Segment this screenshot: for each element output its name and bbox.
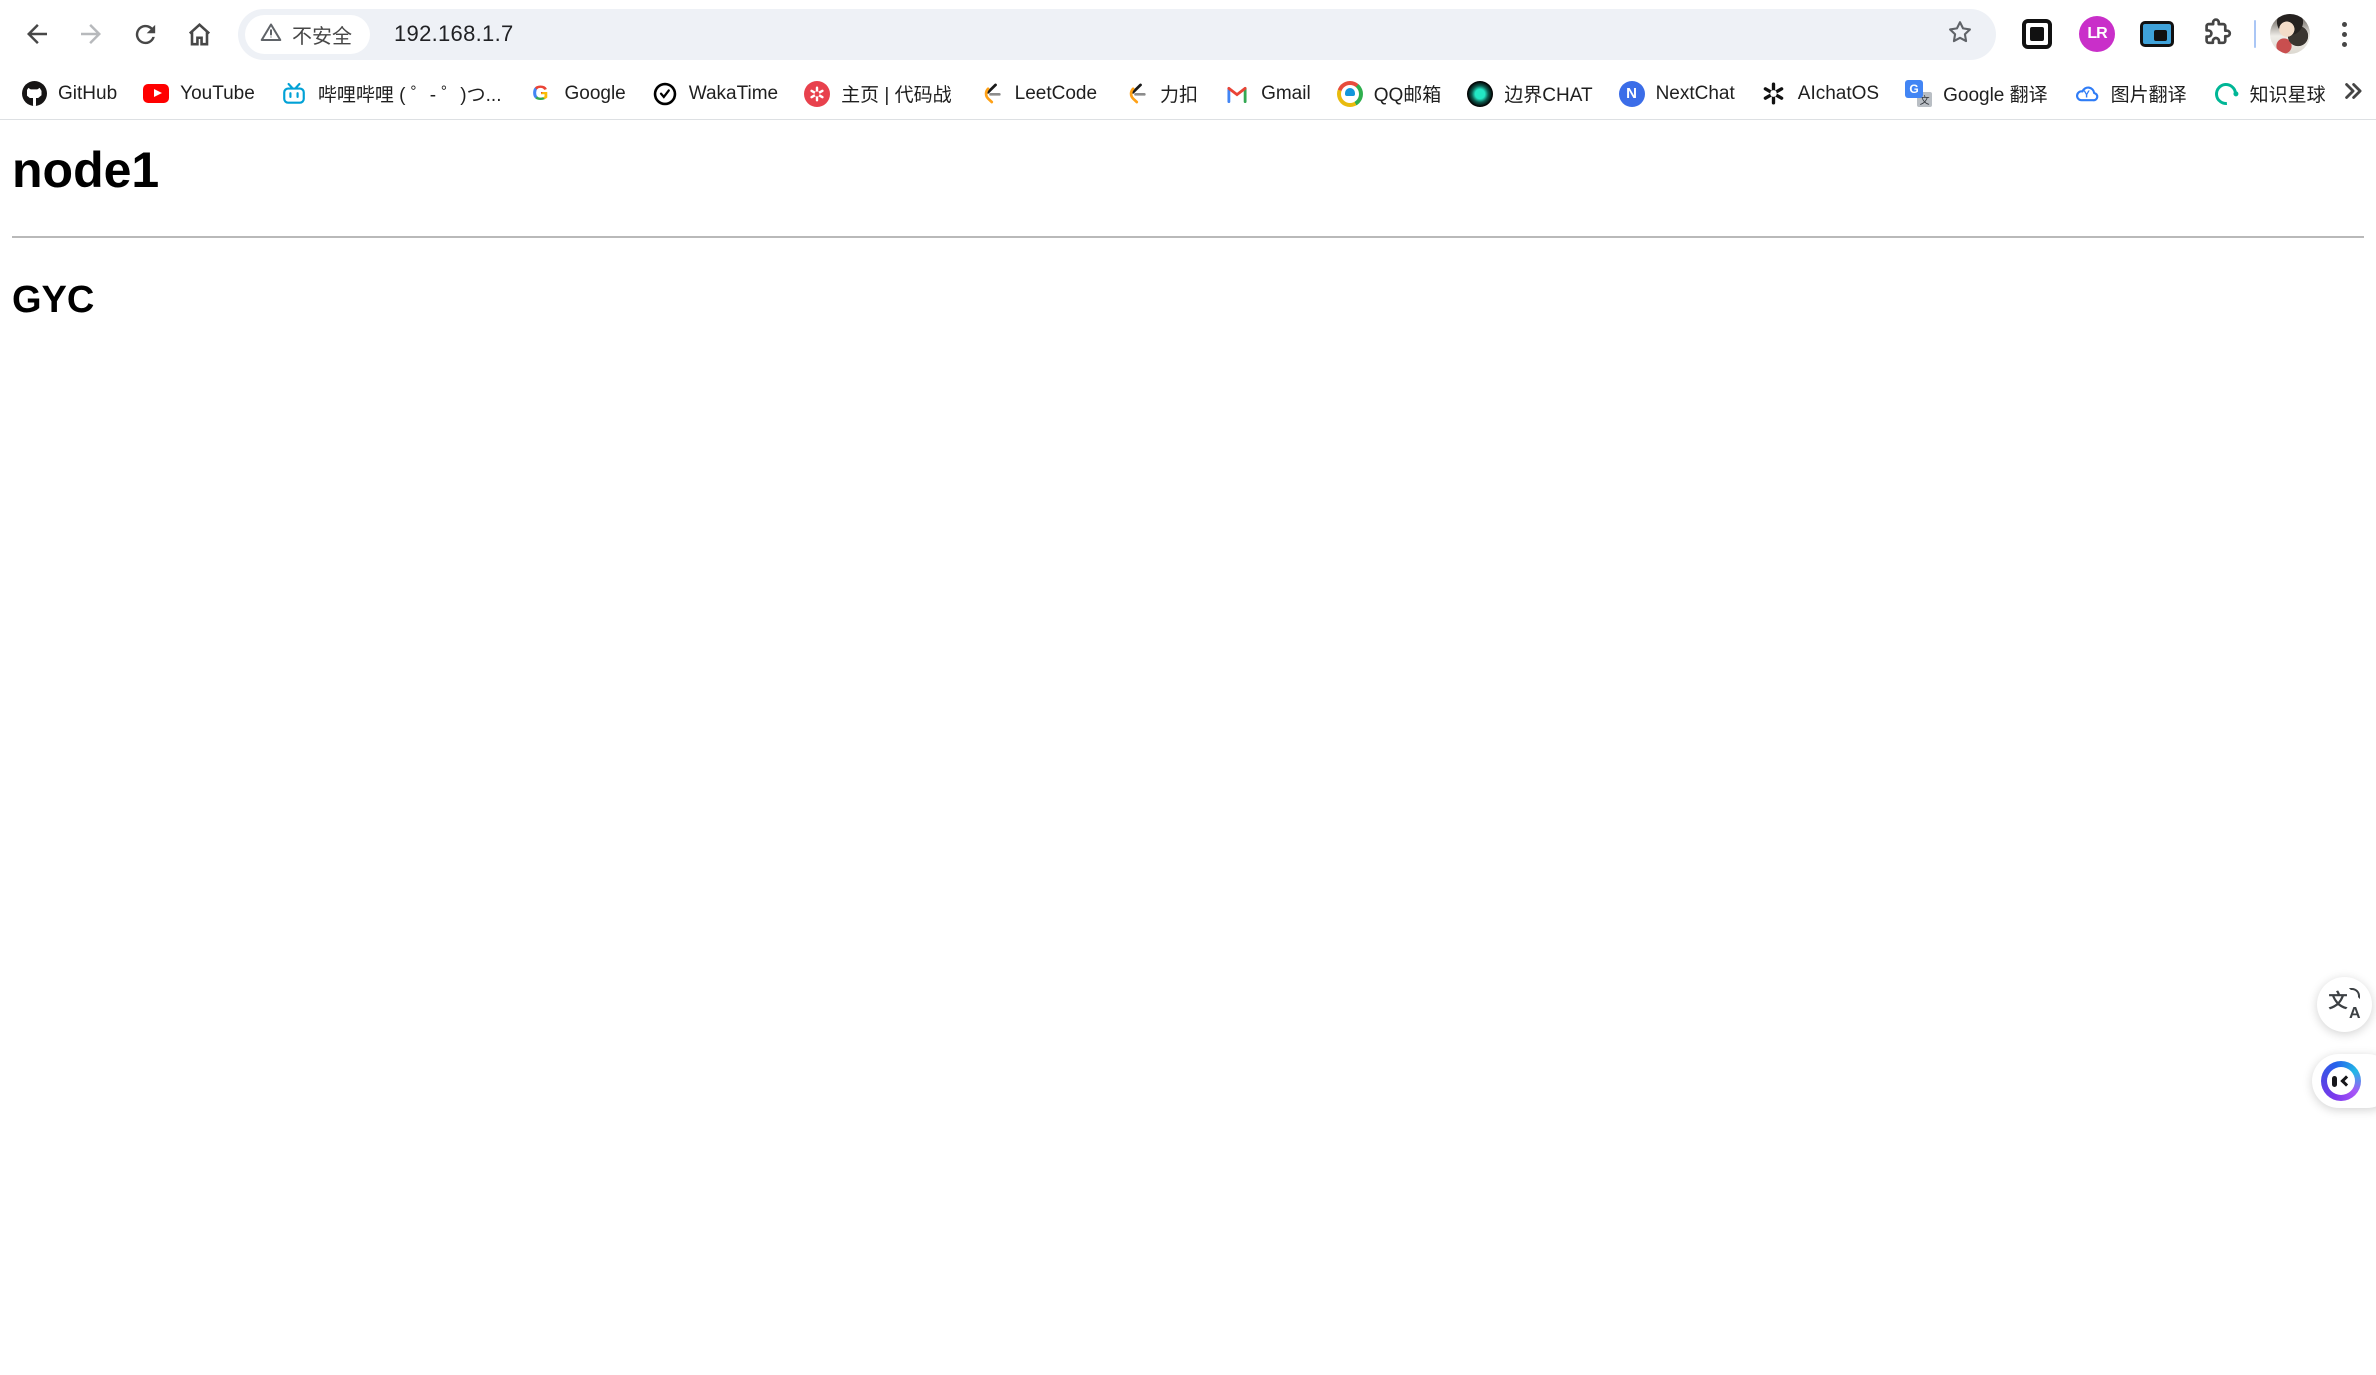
extensions-button[interactable] bbox=[2194, 11, 2240, 57]
wakatime-icon bbox=[652, 81, 678, 107]
pip-extension-button[interactable] bbox=[2134, 11, 2180, 57]
bookmarks-bar: GitHub YouTube 哔哩哔哩 ( ゜- ゜)つ... G Google… bbox=[0, 68, 2376, 120]
translate-float-button[interactable]: 文 A bbox=[2317, 977, 2372, 1032]
red-knot-icon bbox=[804, 80, 831, 107]
url-text[interactable]: 192.168.1.7 bbox=[394, 21, 1940, 47]
leetcode-icon bbox=[978, 81, 1004, 107]
forward-icon bbox=[76, 19, 106, 49]
leetcode-icon bbox=[1123, 81, 1149, 107]
reload-icon bbox=[131, 20, 160, 49]
page-title: node1 bbox=[12, 142, 160, 198]
github-icon bbox=[21, 81, 47, 107]
lr-extension-button[interactable]: LR bbox=[2074, 11, 2120, 57]
bookmark-youtube[interactable]: YouTube bbox=[130, 74, 268, 114]
puzzle-piece-icon bbox=[2201, 16, 2233, 53]
black-knot-icon bbox=[1761, 81, 1787, 107]
browser-menu-button[interactable] bbox=[2324, 21, 2364, 47]
google-translate-icon: G 文 bbox=[1905, 80, 1933, 107]
star-icon bbox=[1946, 18, 1974, 51]
side-panel-extension-button[interactable] bbox=[2014, 11, 2060, 57]
bookmark-github[interactable]: GitHub bbox=[8, 74, 130, 114]
horizontal-rule bbox=[12, 236, 2364, 238]
bookmark-bilibili[interactable]: 哔哩哔哩 ( ゜- ゜)つ... bbox=[268, 74, 515, 114]
bilibili-icon bbox=[281, 81, 307, 107]
picture-in-picture-icon bbox=[2140, 21, 2174, 47]
monica-robot-icon bbox=[2321, 1061, 2361, 1101]
bookmark-aichatos[interactable]: AIchatOS bbox=[1748, 74, 1892, 114]
google-g-icon: G bbox=[532, 81, 549, 105]
youtube-icon bbox=[143, 81, 170, 107]
home-icon bbox=[184, 19, 215, 50]
bookmark-wakatime[interactable]: WakaTime bbox=[639, 74, 791, 114]
address-bar[interactable]: 不安全 192.168.1.7 bbox=[238, 8, 1996, 60]
reload-button[interactable] bbox=[118, 7, 172, 61]
kebab-menu-icon bbox=[2341, 21, 2347, 47]
security-chip[interactable]: 不安全 bbox=[245, 14, 370, 54]
profile-avatar[interactable] bbox=[2270, 14, 2310, 54]
translate-icon: 文 A bbox=[2329, 987, 2361, 1022]
square-in-square-icon bbox=[2022, 19, 2052, 49]
bookmark-leetcode[interactable]: LeetCode bbox=[965, 74, 1110, 114]
bookmarks-overflow-button[interactable] bbox=[2339, 78, 2365, 109]
bookmark-nextchat[interactable]: N NextChat bbox=[1606, 74, 1748, 114]
toolbar-divider bbox=[2254, 20, 2256, 48]
bookmark-image-translate[interactable]: Y 图片翻译 bbox=[2061, 74, 2200, 114]
bookmark-zhishixingqiu[interactable]: 知识星球 bbox=[2200, 74, 2339, 114]
page-subheading: GYC bbox=[12, 279, 95, 321]
bookmark-likou[interactable]: 力扣 bbox=[1110, 74, 1211, 114]
dark-teal-orb-icon bbox=[1467, 80, 1494, 107]
nextchat-icon: N bbox=[1618, 80, 1645, 107]
double-chevron-icon bbox=[2339, 78, 2365, 109]
lr-badge-icon: LR bbox=[2079, 16, 2115, 52]
page-content: node1 GYC bbox=[0, 141, 2376, 322]
security-chip-label: 不安全 bbox=[292, 25, 352, 48]
bookmark-daimazhan[interactable]: 主页 | 代码战 bbox=[791, 74, 965, 114]
toolbar-right-cluster: LR bbox=[2014, 11, 2364, 57]
forward-button[interactable] bbox=[64, 7, 118, 61]
browser-toolbar: 不安全 192.168.1.7 LR bbox=[0, 0, 2376, 68]
blue-cloud-icon: Y bbox=[2074, 81, 2100, 107]
bookmark-star-button[interactable] bbox=[1940, 14, 1980, 54]
back-icon bbox=[22, 19, 52, 49]
bookmark-google-translate[interactable]: G 文 Google 翻译 bbox=[1892, 74, 2061, 114]
qqmail-icon bbox=[1336, 80, 1363, 107]
bookmark-qqmail[interactable]: QQ邮箱 bbox=[1324, 74, 1455, 114]
back-button[interactable] bbox=[10, 7, 64, 61]
bookmark-google[interactable]: G Google bbox=[514, 74, 638, 114]
home-button[interactable] bbox=[172, 7, 226, 61]
gmail-icon bbox=[1224, 81, 1250, 107]
monica-float-button[interactable] bbox=[2312, 1054, 2376, 1108]
bookmark-bianjiechat[interactable]: 边界CHAT bbox=[1454, 74, 1605, 114]
bookmark-gmail[interactable]: Gmail bbox=[1211, 74, 1324, 114]
warning-triangle-icon bbox=[259, 20, 283, 49]
teal-open-ring-icon bbox=[2210, 78, 2242, 109]
